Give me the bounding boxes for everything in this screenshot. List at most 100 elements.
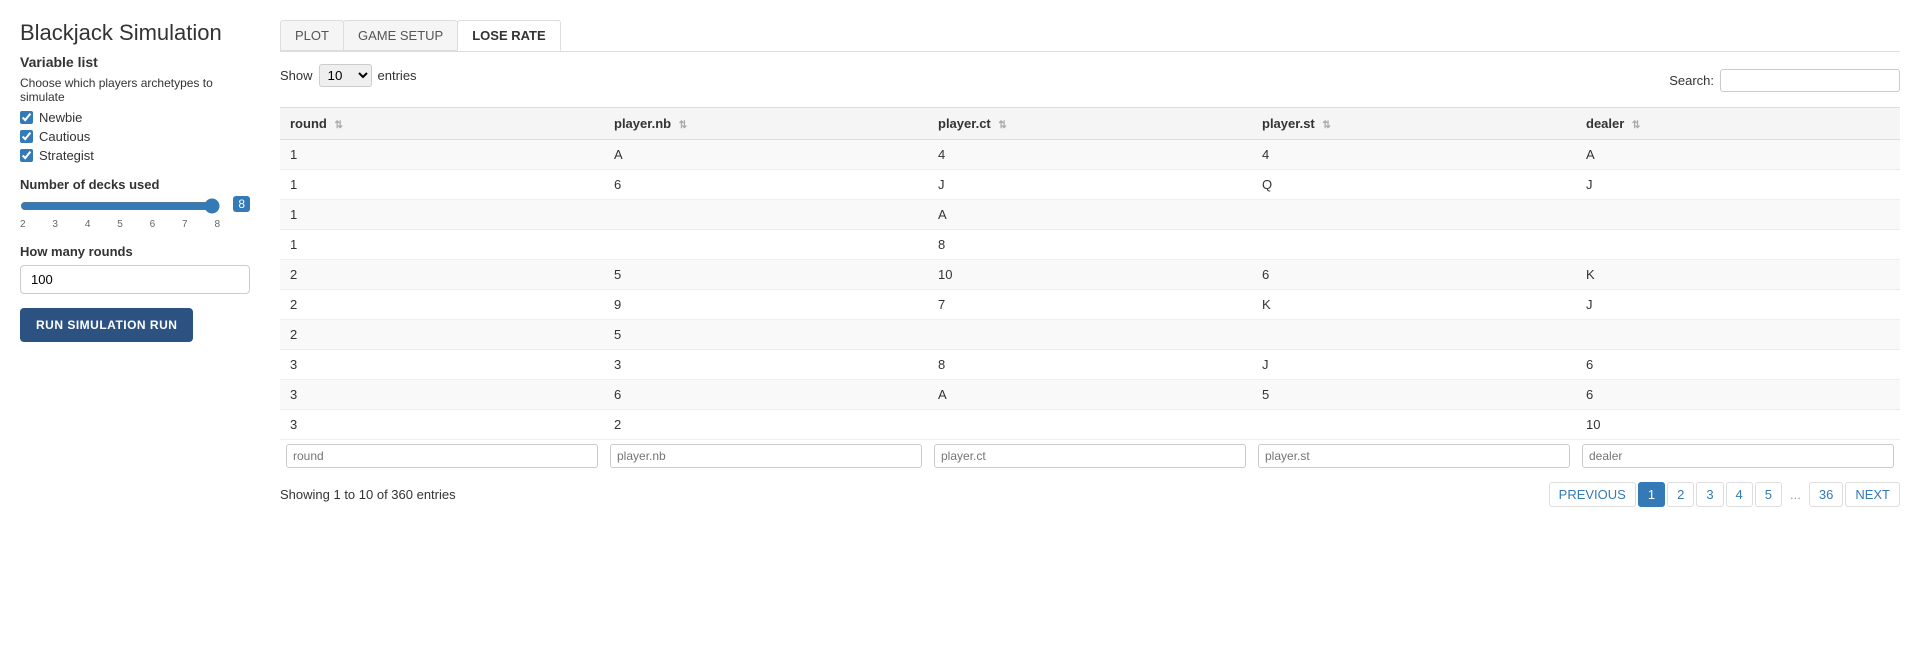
- slider-tick: 4: [85, 219, 91, 230]
- show-entries: Show 5102550100 entries: [280, 64, 417, 87]
- cell-round: 1: [280, 170, 604, 200]
- tab-plot[interactable]: PLOT: [280, 20, 344, 51]
- cell-round: 2: [280, 320, 604, 350]
- page-button-4[interactable]: 4: [1726, 482, 1753, 507]
- cell-player_ct: A: [928, 200, 1252, 230]
- tab-game-setup[interactable]: GAME SETUP: [343, 20, 458, 51]
- player-checkbox-strategist[interactable]: [20, 149, 33, 162]
- page-button-1[interactable]: 1: [1638, 482, 1665, 507]
- col-header-dealer[interactable]: dealer ⇅: [1576, 108, 1900, 140]
- table-row: 1A: [280, 200, 1900, 230]
- filter-cell-4: [1576, 440, 1900, 473]
- player-label-newbie: Newbie: [39, 110, 82, 125]
- cell-player_ct: 8: [928, 230, 1252, 260]
- col-header-player_st[interactable]: player.st ⇅: [1252, 108, 1576, 140]
- cell-player_nb: A: [604, 140, 928, 170]
- col-header-player_ct[interactable]: player.ct ⇅: [928, 108, 1252, 140]
- cell-dealer: J: [1576, 290, 1900, 320]
- col-header-player_nb[interactable]: player.nb ⇅: [604, 108, 928, 140]
- cell-player_nb: 2: [604, 410, 928, 440]
- filter-input-playerst[interactable]: [1258, 444, 1570, 468]
- player-checkbox-newbie[interactable]: [20, 111, 33, 124]
- cell-player_st: [1252, 320, 1576, 350]
- entries-select[interactable]: 5102550100: [319, 64, 372, 87]
- cell-dealer: J: [1576, 170, 1900, 200]
- choose-label: Choose which players archetypes to simul…: [20, 76, 250, 104]
- decks-slider[interactable]: [20, 198, 220, 214]
- player-checkbox-cautious[interactable]: [20, 130, 33, 143]
- cell-round: 2: [280, 260, 604, 290]
- filter-input-round[interactable]: [286, 444, 598, 468]
- page-button-5[interactable]: 5: [1755, 482, 1782, 507]
- page-button-2[interactable]: 2: [1667, 482, 1694, 507]
- cell-player_ct: 10: [928, 260, 1252, 290]
- search-container: Search:: [1669, 69, 1900, 92]
- slider-badge: 8: [233, 196, 250, 212]
- data-table: round ⇅player.nb ⇅player.ct ⇅player.st ⇅…: [280, 107, 1900, 472]
- next-button[interactable]: NEXT: [1845, 482, 1900, 507]
- cell-dealer: K: [1576, 260, 1900, 290]
- table-row: 32 10: [280, 410, 1900, 440]
- cell-round: 1: [280, 230, 604, 260]
- cell-round: 3: [280, 410, 604, 440]
- cell-round: 2: [280, 290, 604, 320]
- cell-dealer: [1576, 200, 1900, 230]
- table-row: 25106K: [280, 260, 1900, 290]
- player-checkbox-item-1: Cautious: [20, 129, 250, 144]
- slider-tick: 6: [150, 219, 156, 230]
- cell-player_nb: [604, 230, 928, 260]
- filter-cell-3: [1252, 440, 1576, 473]
- cell-dealer: A: [1576, 140, 1900, 170]
- cell-dealer: 6: [1576, 350, 1900, 380]
- cell-dealer: 10: [1576, 410, 1900, 440]
- table-footer: Showing 1 to 10 of 360 entries PREVIOUS1…: [280, 482, 1900, 507]
- page-button-3[interactable]: 3: [1696, 482, 1723, 507]
- sort-icon: ⇅: [998, 120, 1006, 131]
- player-checkbox-item-0: Newbie: [20, 110, 250, 125]
- slider-tick: 5: [117, 219, 123, 230]
- slider-tick: 3: [52, 219, 58, 230]
- cell-player_st: 4: [1252, 140, 1576, 170]
- cell-player_nb: 5: [604, 260, 928, 290]
- cell-player_nb: [604, 200, 928, 230]
- cell-dealer: [1576, 230, 1900, 260]
- sort-icon: ⇅: [334, 120, 342, 131]
- cell-player_nb: 6: [604, 380, 928, 410]
- filter-input-playernb[interactable]: [610, 444, 922, 468]
- run-simulation-button[interactable]: RUN SIMULATION RUN: [20, 308, 193, 342]
- filter-input-playerct[interactable]: [934, 444, 1246, 468]
- cell-player_ct: J: [928, 170, 1252, 200]
- search-label: Search:: [1669, 73, 1714, 88]
- cell-player_st: Q: [1252, 170, 1576, 200]
- page-button-last[interactable]: 36: [1809, 482, 1843, 507]
- filter-input-dealer[interactable]: [1582, 444, 1894, 468]
- player-checkbox-item-2: Strategist: [20, 148, 250, 163]
- search-input[interactable]: [1720, 69, 1900, 92]
- cell-dealer: [1576, 320, 1900, 350]
- filter-cell-0: [280, 440, 604, 473]
- filter-cell-2: [928, 440, 1252, 473]
- cell-player_st: [1252, 230, 1576, 260]
- cell-player_ct: A: [928, 380, 1252, 410]
- cell-player_st: [1252, 410, 1576, 440]
- cell-player_nb: 5: [604, 320, 928, 350]
- prev-button[interactable]: PREVIOUS: [1549, 482, 1636, 507]
- table-row: 25: [280, 320, 1900, 350]
- cell-player_st: 5: [1252, 380, 1576, 410]
- rounds-input[interactable]: [20, 265, 250, 294]
- pagination-ellipsis: ...: [1784, 483, 1807, 506]
- table-row: 297KJ: [280, 290, 1900, 320]
- cell-player_ct: [928, 410, 1252, 440]
- sort-icon: ⇅: [1632, 120, 1640, 131]
- tab-lose-rate[interactable]: LOSE RATE: [457, 20, 560, 51]
- table-row: 1A44A: [280, 140, 1900, 170]
- sort-icon: ⇅: [679, 120, 687, 131]
- cell-player_nb: 3: [604, 350, 928, 380]
- col-header-round[interactable]: round ⇅: [280, 108, 604, 140]
- showing-text: Showing 1 to 10 of 360 entries: [280, 487, 456, 502]
- cell-player_st: J: [1252, 350, 1576, 380]
- cell-player_nb: 9: [604, 290, 928, 320]
- player-label-strategist: Strategist: [39, 148, 94, 163]
- cell-round: 3: [280, 380, 604, 410]
- table-row: 16JQJ: [280, 170, 1900, 200]
